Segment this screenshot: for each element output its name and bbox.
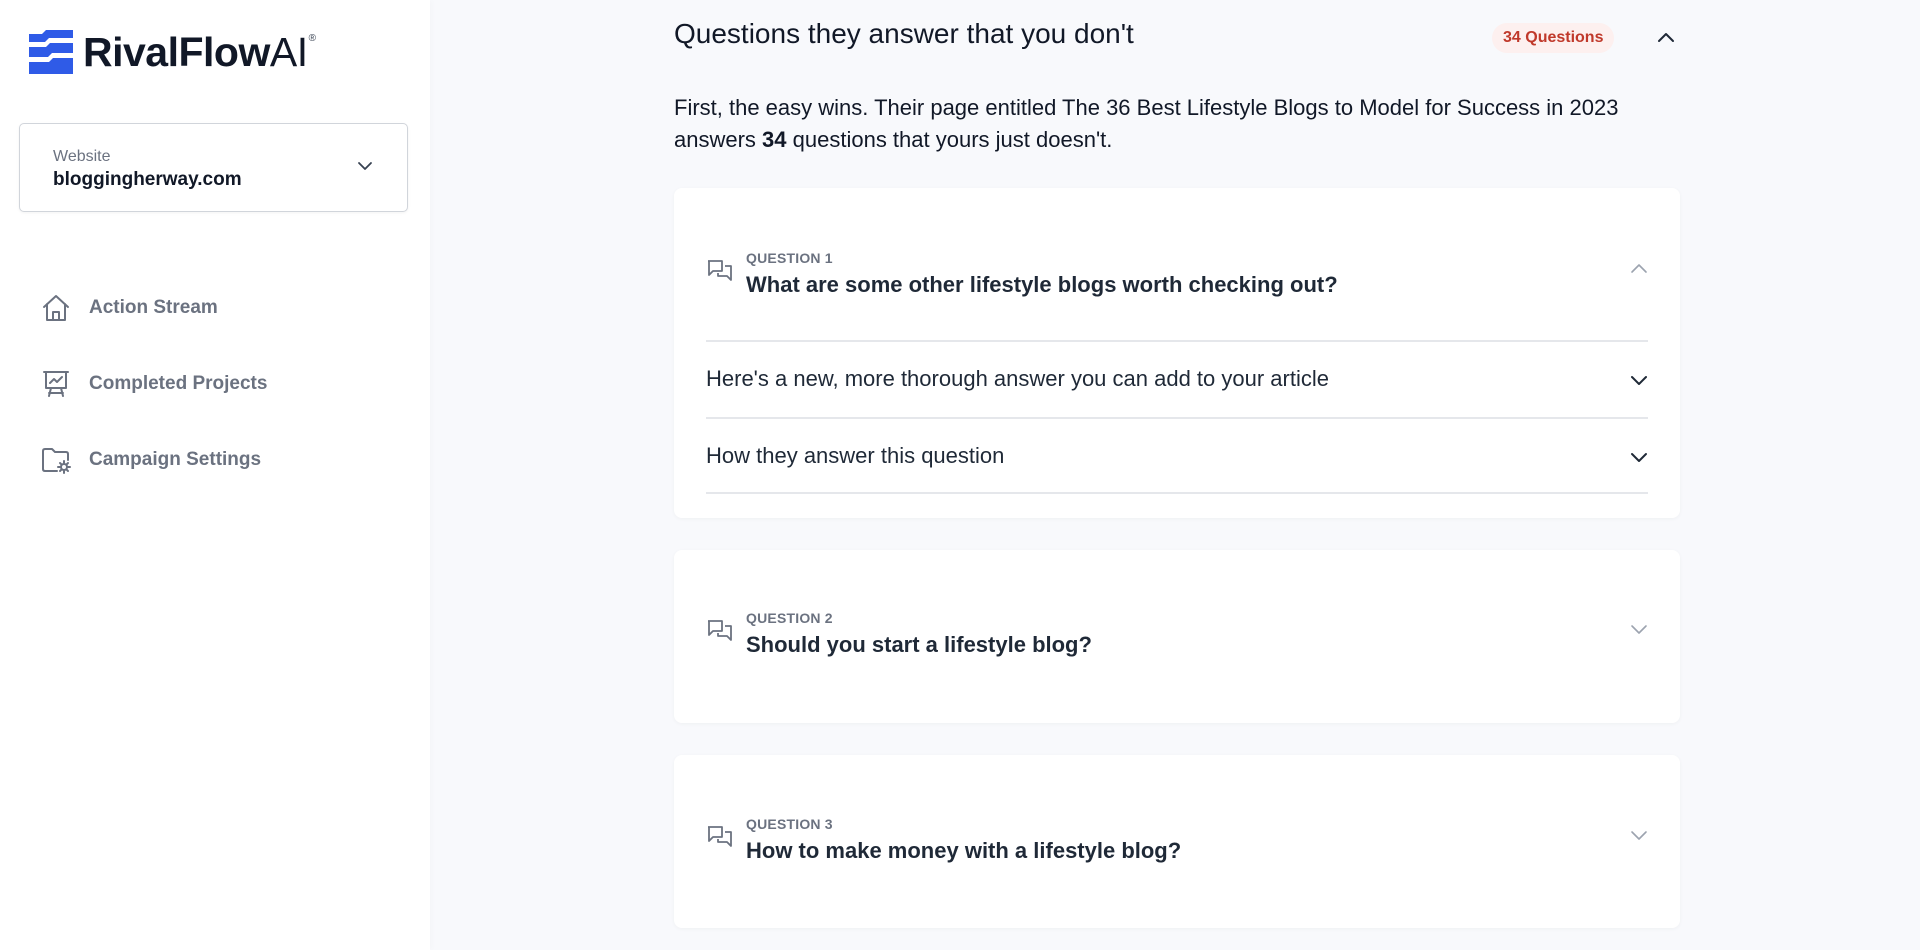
question-number: QUESTION 1 [746, 250, 833, 266]
answer-suggestion-toggle[interactable]: Here's a new, more thorough answer you c… [706, 340, 1648, 417]
intro-question-count: 34 [762, 127, 787, 152]
registered-mark: ® [308, 32, 316, 44]
folder-settings-icon [40, 444, 72, 476]
brand-name: RivalFlowAI [83, 28, 308, 75]
website-select-value: bloggingherway.com [53, 169, 242, 190]
sidebar-item-action-stream[interactable]: Action Stream [40, 290, 267, 326]
chevron-up-icon [1631, 264, 1647, 273]
sidebar-item-completed-projects[interactable]: Completed Projects [40, 366, 267, 402]
brand-logo[interactable]: RivalFlowAI ® [29, 30, 316, 74]
rivalflow-logo-icon [29, 30, 73, 74]
sidebar-item-label: Campaign Settings [89, 449, 262, 470]
question-text: How to make money with a lifestyle blog? [746, 838, 1182, 863]
question-count-badge: 34 Questions [1492, 23, 1615, 53]
question-card: QUESTION 2 Should you start a lifestyle … [674, 550, 1680, 723]
chevron-down-icon [1631, 453, 1647, 462]
sidebar-item-campaign-settings[interactable]: Campaign Settings [40, 442, 267, 478]
question-header[interactable]: QUESTION 1 What are some other lifestyle… [706, 250, 1648, 302]
chevron-down-icon [358, 162, 372, 170]
chat-bubbles-icon [708, 260, 732, 281]
question-text: What are some other lifestyle blogs wort… [746, 272, 1338, 297]
subsection-label: How they answer this question [706, 443, 1005, 468]
competitor-answer-toggle[interactable]: How they answer this question [706, 417, 1648, 494]
chevron-down-icon [1631, 831, 1647, 840]
website-select-label: Website [53, 148, 111, 165]
question-card: QUESTION 3 How to make money with a life… [674, 755, 1680, 928]
website-select[interactable]: Website bloggingherway.com [19, 123, 408, 212]
question-number: QUESTION 3 [746, 816, 833, 832]
chat-bubbles-icon [708, 620, 732, 641]
chevron-down-icon [1631, 625, 1647, 634]
question-number: QUESTION 2 [746, 610, 833, 626]
sidebar-nav: Action Stream Completed Projects Campaig… [40, 290, 267, 518]
section-title: Questions they answer that you don't [674, 18, 1134, 49]
section-header: Questions they answer that you don't 34 … [674, 18, 1680, 58]
question-header[interactable]: QUESTION 3 How to make money with a life… [706, 816, 1648, 868]
chevron-up-icon[interactable] [1656, 28, 1676, 48]
sidebar-item-label: Completed Projects [89, 373, 268, 394]
subsection-label: Here's a new, more thorough answer you c… [706, 366, 1329, 391]
sidebar-item-label: Action Stream [89, 297, 218, 318]
section-intro: First, the easy wins. Their page entitle… [674, 95, 1619, 152]
presentation-chart-icon [40, 368, 72, 400]
chevron-down-icon [1631, 376, 1647, 385]
question-text: Should you start a lifestyle blog? [746, 632, 1092, 657]
sidebar: RivalFlowAI ® Website bloggingherway.com… [0, 0, 430, 950]
question-header[interactable]: QUESTION 2 Should you start a lifestyle … [706, 610, 1648, 662]
question-card: QUESTION 1 What are some other lifestyle… [674, 188, 1680, 518]
home-icon [40, 292, 72, 324]
chat-bubbles-icon [708, 826, 732, 847]
